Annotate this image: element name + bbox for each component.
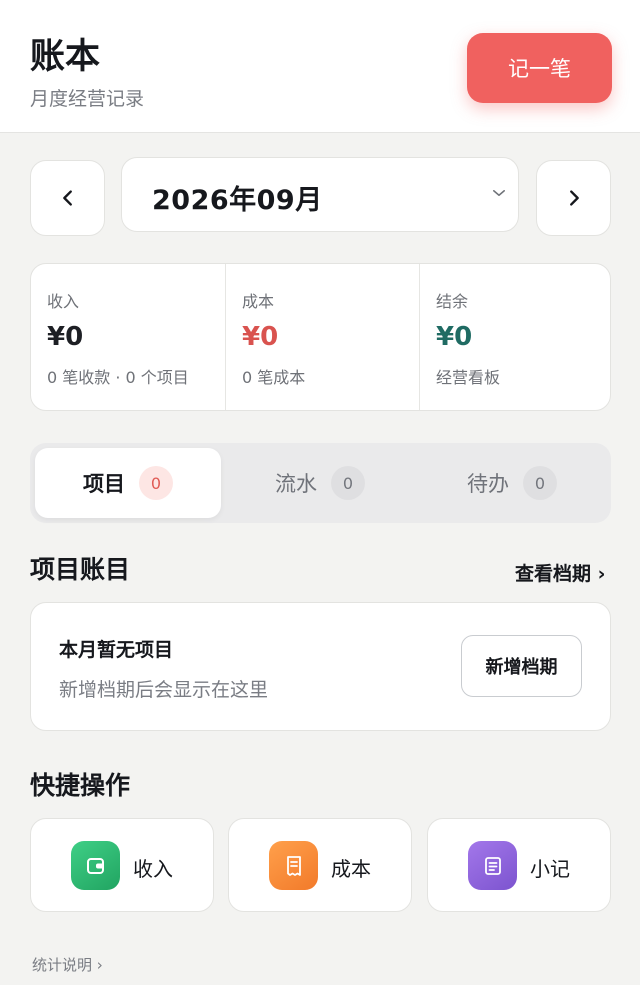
summary-cost[interactable]: 成本 ¥0 0 笔成本	[226, 264, 419, 410]
prev-month-button[interactable]	[30, 160, 105, 236]
summary-card: 收入 ¥0 0 笔收款 · 0 个项目 成本 ¥0 0 笔成本 结余 ¥0 经营…	[30, 263, 611, 411]
cost-label: 成本	[242, 292, 275, 311]
month-value: 2026年09月	[152, 185, 323, 216]
quick-action-label: 收入	[133, 857, 173, 881]
projects-empty-card: 本月暂无项目 新增档期后会显示在这里 新增档期	[30, 602, 611, 731]
balance-value: ¥0	[436, 322, 473, 352]
quick-action-label: 成本	[331, 857, 371, 881]
chevron-right-icon	[569, 190, 579, 206]
quick-income-button[interactable]: 收入	[30, 818, 214, 912]
summary-income[interactable]: 收入 ¥0 0 笔收款 · 0 个项目	[31, 264, 225, 410]
record-entry-button[interactable]: 记一笔	[467, 33, 612, 103]
chevron-down-icon	[493, 190, 505, 196]
page-title: 账本	[30, 37, 101, 77]
tab-transactions[interactable]: 流水 0	[227, 448, 413, 518]
tab-label: 项目	[83, 472, 125, 496]
add-schedule-button[interactable]: 新增档期	[461, 635, 582, 697]
tab-count-badge: 0	[331, 466, 365, 500]
income-sub: 0 笔收款 · 0 个项目	[47, 368, 189, 387]
tab-count-badge: 0	[139, 466, 173, 500]
page-subtitle: 月度经营记录	[30, 88, 145, 110]
empty-state-description: 新增档期后会显示在这里	[59, 679, 269, 701]
tab-count-badge: 0	[523, 466, 557, 500]
view-schedule-link[interactable]: 查看档期 ›	[515, 559, 605, 586]
income-value: ¥0	[47, 322, 84, 352]
stats-info-link[interactable]: 统计说明 ›	[32, 954, 103, 975]
note-icon	[468, 841, 517, 890]
chevron-left-icon	[62, 190, 72, 206]
receipt-icon	[269, 841, 318, 890]
summary-balance[interactable]: 结余 ¥0 经营看板	[420, 264, 612, 410]
tab-label: 流水	[275, 472, 317, 496]
tab-label: 待办	[467, 472, 509, 496]
quick-note-button[interactable]: 小记	[427, 818, 611, 912]
projects-section-title: 项目账目	[30, 555, 131, 584]
balance-sub: 经营看板	[436, 368, 501, 387]
cost-sub: 0 笔成本	[242, 368, 306, 387]
tab-todos[interactable]: 待办 0	[419, 448, 605, 518]
tab-bar: 项目 0 流水 0 待办 0	[30, 443, 611, 523]
quick-action-label: 小记	[530, 857, 570, 881]
app-header: 账本 月度经营记录 记一笔	[0, 0, 640, 133]
quick-cost-button[interactable]: 成本	[228, 818, 412, 912]
empty-state-title: 本月暂无项目	[59, 639, 174, 661]
wallet-icon	[71, 841, 120, 890]
tab-projects[interactable]: 项目 0	[35, 448, 221, 518]
month-select[interactable]: 2026年09月	[121, 157, 519, 232]
cost-value: ¥0	[242, 322, 279, 352]
quick-actions-title: 快捷操作	[30, 771, 131, 800]
balance-label: 结余	[436, 292, 469, 311]
next-month-button[interactable]	[536, 160, 611, 236]
income-label: 收入	[47, 292, 80, 311]
